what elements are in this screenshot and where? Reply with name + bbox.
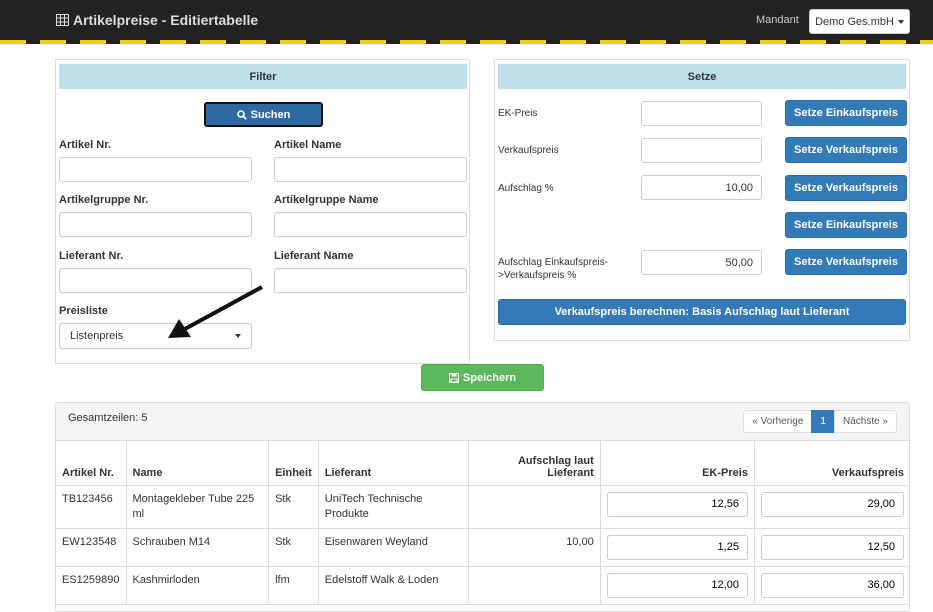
setze-einkaufspreis-aufschlag-button[interactable]: Setze Einkaufspreis: [785, 212, 907, 238]
table-row: EW123548 Schrauben M14 Stk Eisenwaren We…: [56, 528, 909, 567]
cell-artikel-nr: ES1259890: [56, 566, 127, 605]
col-lieferant[interactable]: Lieferant: [318, 441, 470, 486]
aufschlag-ek-vk-label-line1: Aufschlag Einkaufspreis-: [498, 257, 609, 268]
search-button[interactable]: Suchen: [204, 102, 323, 127]
cell-aufschlag: 10,00: [468, 528, 601, 567]
results-header-bar: Gesamtzeilen: 5 « Vorherige 1 Nächste »: [56, 403, 909, 441]
cell-vk: [754, 566, 909, 605]
chevron-down-icon: [897, 19, 904, 24]
cell-einheit: Stk: [268, 485, 319, 529]
pagination: « Vorherige 1 Nächste »: [743, 410, 897, 433]
cell-artikel-nr: EW123548: [56, 528, 127, 567]
vk-price-input[interactable]: [760, 534, 904, 560]
pager-next-button[interactable]: Nächste »: [833, 410, 897, 433]
col-aufschlag-line1: Aufschlag laut: [517, 454, 594, 467]
ek-preis-label: EK-Preis: [498, 108, 538, 119]
cell-lieferant: UniTech Technische Produkte: [318, 485, 470, 529]
artikelgruppe-name-label: Artikelgruppe Name: [274, 194, 379, 206]
mandant-dropdown[interactable]: Demo Ges.mbH: [809, 9, 910, 34]
preisliste-value: Listenpreis: [70, 330, 124, 342]
col-aufschlag[interactable]: Aufschlag laut Lieferant: [468, 441, 601, 486]
cell-einheit: Stk: [268, 528, 319, 567]
col-name[interactable]: Name: [126, 441, 270, 486]
search-button-label: Suchen: [250, 108, 291, 121]
verkaufspreis-berechnen-button[interactable]: Verkaufspreis berechnen: Basis Aufschlag…: [498, 299, 906, 325]
lieferant-name-label: Lieferant Name: [274, 250, 354, 262]
aufschlag-label: Aufschlag %: [498, 183, 554, 194]
pointer-arrow-icon: [168, 285, 263, 338]
ek-price-input[interactable]: [606, 534, 748, 560]
cell-name: Schrauben M14: [126, 528, 270, 567]
setze-heading: Setze: [498, 64, 906, 89]
verkaufspreis-input[interactable]: [641, 138, 762, 163]
col-artikel-nr[interactable]: Artikel Nr.: [56, 441, 127, 486]
cell-artikel-nr: TB123456: [56, 485, 127, 529]
table-row: ES1259890 Kashmirloden lfm Edelstoff Wal…: [56, 566, 909, 605]
top-navbar: Artikelpreise - Editiertabelle Mandant D…: [0, 0, 933, 44]
setze-verkaufspreis-button[interactable]: Setze Verkaufspreis: [785, 137, 907, 163]
ek-price-input[interactable]: [606, 572, 748, 598]
aufschlag-input[interactable]: [641, 175, 762, 200]
mandant-value: Demo Ges.mbH: [815, 15, 894, 28]
ek-preis-input[interactable]: [641, 101, 762, 126]
cell-ek: [600, 528, 755, 567]
artikel-name-input[interactable]: [274, 157, 467, 182]
col-ek-preis[interactable]: EK-Preis: [600, 441, 755, 486]
results-panel: Gesamtzeilen: 5 « Vorherige 1 Nächste » …: [55, 402, 910, 612]
cell-lieferant: Edelstoff Walk & Loden: [318, 566, 470, 605]
save-button[interactable]: Speichern: [421, 364, 544, 391]
cell-einheit: lfm: [268, 566, 319, 605]
vk-price-input[interactable]: [760, 491, 904, 517]
vk-price-input[interactable]: [760, 572, 904, 598]
aufschlag-ek-vk-label-line2: >Verkaufspreis %: [498, 270, 577, 281]
aufschlag-ek-vk-input[interactable]: [641, 250, 762, 275]
hazard-stripe: [0, 40, 933, 44]
artikel-nr-input[interactable]: [59, 157, 252, 182]
col-verkaufspreis[interactable]: Verkaufspreis: [754, 441, 909, 486]
cell-ek: [600, 566, 755, 605]
mandant-label: Mandant: [756, 14, 799, 26]
price-table: Artikel Nr. Name Einheit Lieferant Aufsc…: [56, 441, 909, 605]
total-rows-text: Gesamtzeilen: 5: [68, 412, 148, 424]
lieferant-nr-label: Lieferant Nr.: [59, 250, 124, 262]
setze-einkaufspreis-button[interactable]: Setze Einkaufspreis: [785, 100, 907, 126]
setze-verkaufspreis-ek-vk-button[interactable]: Setze Verkaufspreis: [785, 249, 907, 275]
table-icon: [56, 14, 69, 26]
cell-aufschlag: [468, 485, 601, 529]
cell-name: Kashmirloden: [126, 566, 270, 605]
cell-name: Montagekleber Tube 225 ml: [126, 485, 270, 529]
ek-price-input[interactable]: [606, 491, 748, 517]
cell-lieferant: Eisenwaren Weyland: [318, 528, 470, 567]
save-button-label: Speichern: [462, 371, 517, 384]
verkaufspreis-label: Verkaufspreis: [498, 145, 559, 156]
artikel-name-label: Artikel Name: [274, 139, 342, 151]
cell-vk: [754, 485, 909, 529]
cell-vk: [754, 528, 909, 567]
pager-page-1[interactable]: 1: [811, 410, 835, 433]
col-aufschlag-line2: Lieferant: [547, 466, 594, 479]
search-icon: [236, 109, 247, 120]
setze-verkaufspreis-aufschlag-button[interactable]: Setze Verkaufspreis: [785, 175, 907, 201]
table-row: TB123456 Montagekleber Tube 225 ml Stk U…: [56, 485, 909, 529]
artikelgruppe-name-input[interactable]: [274, 212, 467, 237]
table-header-row: Artikel Nr. Name Einheit Lieferant Aufsc…: [56, 441, 909, 486]
page-title-wrap: Artikelpreise - Editiertabelle: [56, 12, 258, 28]
artikel-nr-label: Artikel Nr.: [59, 139, 111, 151]
lieferant-name-input[interactable]: [274, 268, 467, 293]
page-title: Artikelpreise - Editiertabelle: [73, 12, 259, 28]
pager-prev-button[interactable]: « Vorherige: [743, 410, 813, 433]
artikelgruppe-nr-input[interactable]: [59, 212, 252, 237]
artikelgruppe-nr-label: Artikelgruppe Nr.: [59, 194, 149, 206]
floppy-disk-icon: [448, 372, 459, 383]
cell-ek: [600, 485, 755, 529]
filter-heading: Filter: [59, 64, 467, 89]
col-einheit[interactable]: Einheit: [268, 441, 319, 486]
cell-aufschlag: [468, 566, 601, 605]
preisliste-label: Preisliste: [59, 305, 108, 317]
